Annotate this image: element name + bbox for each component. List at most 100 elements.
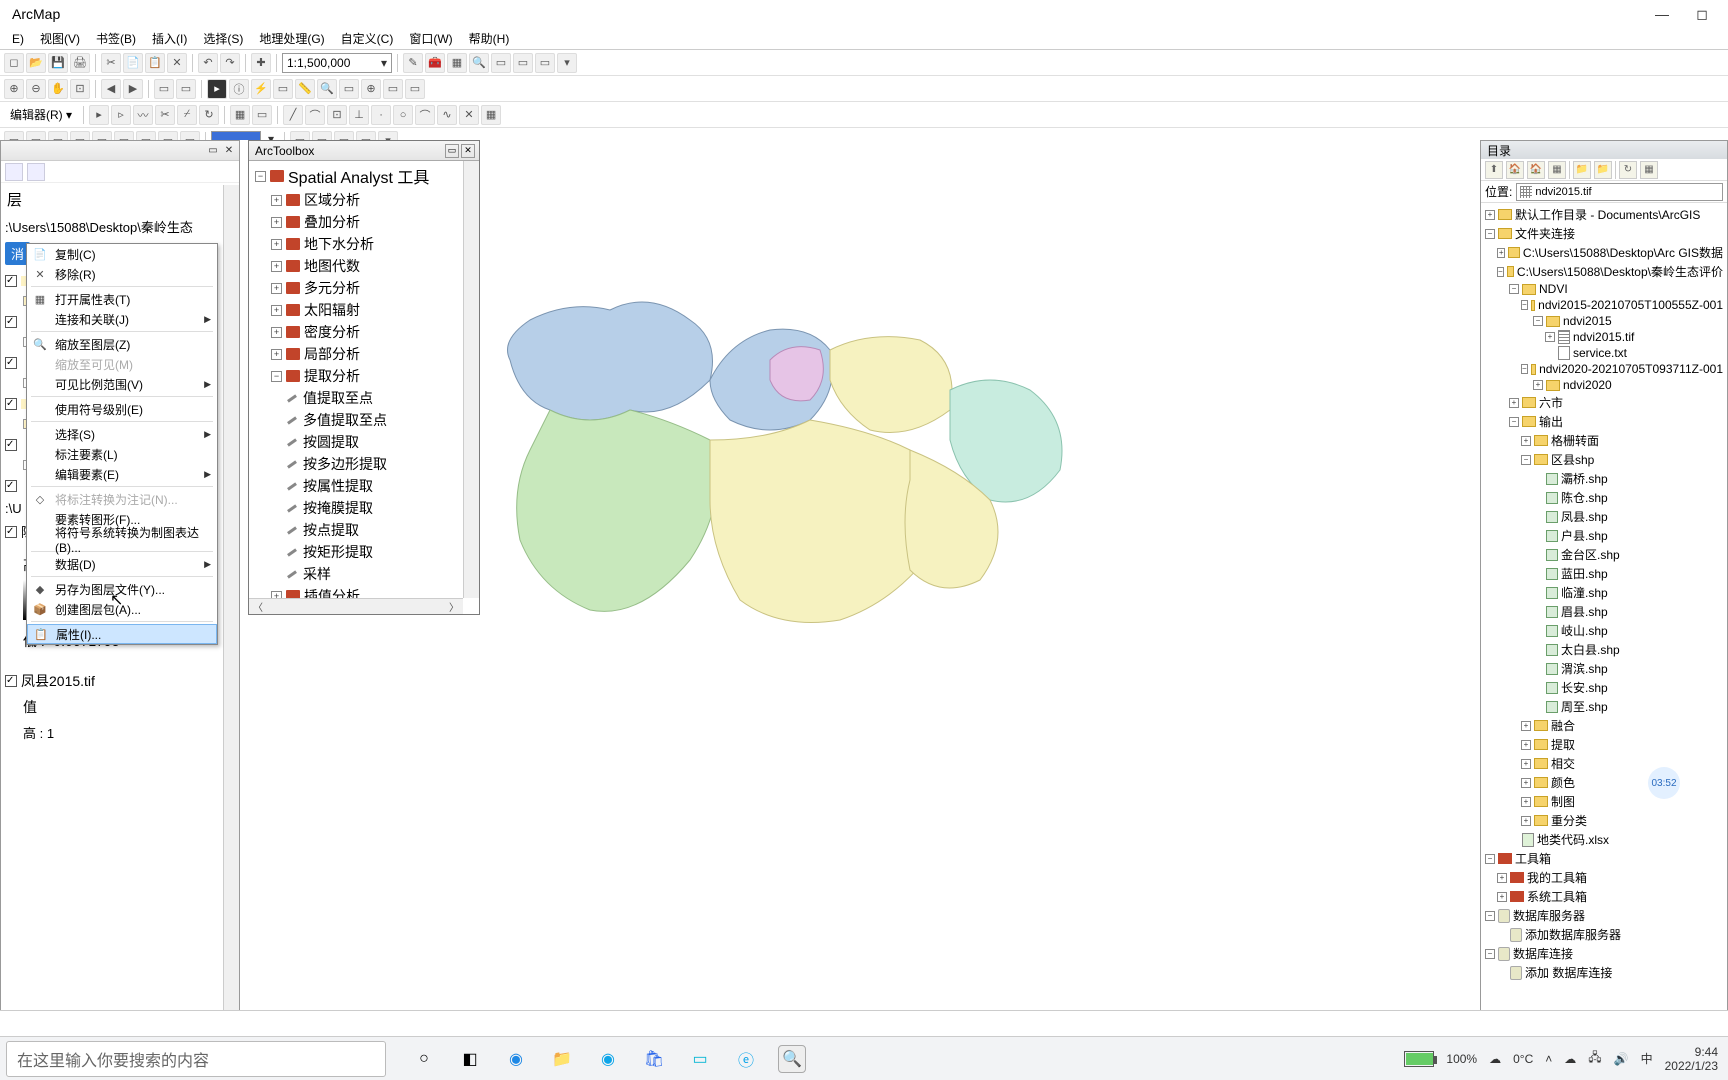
ctx-label-features[interactable]: 标注要素(L)	[27, 444, 217, 464]
ctx-open-attribute-table[interactable]: ▦打开属性表(T)	[27, 289, 217, 309]
select-features-button[interactable]: ▭	[154, 79, 174, 99]
create-viewer-button[interactable]: ▭	[405, 79, 425, 99]
layers-root[interactable]: 层	[1, 185, 239, 214]
data-frame-path[interactable]: :\Users\15088\Desktop\秦岭生态	[1, 214, 239, 239]
trace-tool[interactable]: ⊡	[327, 105, 347, 125]
paste-button[interactable]: 📋	[145, 53, 165, 73]
hyperlink-button[interactable]: ⚡	[251, 79, 271, 99]
atx-toolset[interactable]: +插值分析	[269, 585, 459, 598]
atx-toolset[interactable]: +太阳辐射	[269, 299, 459, 321]
onedrive-icon[interactable]: ☁	[1564, 1052, 1576, 1066]
atx-horizontal-scrollbar[interactable]: 〈〉	[249, 598, 463, 614]
list-by-drawing-order[interactable]	[5, 163, 23, 181]
undo-button[interactable]: ↶	[198, 53, 218, 73]
menu-view[interactable]: 视图(V)	[32, 28, 88, 49]
python-button[interactable]: ▭	[491, 53, 511, 73]
editor-menu[interactable]: 编辑器(R) ▾	[4, 106, 78, 123]
region-northeast[interactable]	[830, 337, 952, 433]
atx-tool[interactable]: 按多边形提取	[285, 453, 459, 475]
atx-toolset[interactable]: +局部分析	[269, 343, 459, 365]
clear-selection-button[interactable]: ▭	[176, 79, 196, 99]
identify-button[interactable]: ⓘ	[229, 79, 249, 99]
layer-checkbox[interactable]	[5, 480, 17, 492]
layer-checkbox[interactable]	[5, 357, 17, 369]
atx-tool[interactable]: 按圆提取	[285, 431, 459, 453]
edit-vertices-tool[interactable]: ▹	[111, 105, 131, 125]
html-popup-button[interactable]: ▭	[273, 79, 293, 99]
edit-tool[interactable]: ▸	[89, 105, 109, 125]
ctx-selection[interactable]: 选择(S)▶	[27, 424, 217, 444]
arc-segment-tool[interactable]: ⌒	[305, 105, 325, 125]
ime-indicator[interactable]: 中	[1641, 1050, 1653, 1067]
cat-refresh-button[interactable]: ↻	[1619, 161, 1637, 179]
ctx-properties[interactable]: 📋属性(I)...	[27, 624, 217, 644]
menu-file[interactable]: E)	[4, 30, 32, 48]
atx-tool[interactable]: 按矩形提取	[285, 541, 459, 563]
editor-toolbar-button[interactable]: ✎	[403, 53, 423, 73]
menu-geoprocessing[interactable]: 地理处理(G)	[251, 28, 332, 49]
results-button[interactable]: ▾	[557, 53, 577, 73]
cat-options-button[interactable]: ▦	[1640, 161, 1658, 179]
menu-help[interactable]: 帮助(H)	[461, 28, 518, 49]
time-slider-button[interactable]: ▭	[383, 79, 403, 99]
cat-connect-folder-button[interactable]: 📁	[1573, 161, 1591, 179]
edge-icon[interactable]: ◉	[502, 1045, 530, 1073]
layer-checkbox[interactable]	[5, 439, 17, 451]
menu-window[interactable]: 窗口(W)	[401, 28, 460, 49]
ie-icon[interactable]: ⓔ	[732, 1045, 760, 1073]
pan-button[interactable]: ✋	[48, 79, 68, 99]
cat-home-button[interactable]: 🏠	[1506, 161, 1524, 179]
go-to-xy-button[interactable]: ⊕	[361, 79, 381, 99]
atx-close[interactable]: ✕	[461, 144, 475, 158]
ctx-remove[interactable]: ✕移除(R)	[27, 264, 217, 284]
ctx-copy[interactable]: 📄复制(C)	[27, 244, 217, 264]
search-button[interactable]: 🔍	[469, 53, 489, 73]
print-button[interactable]: 🖨	[70, 53, 90, 73]
select-elements-button[interactable]: ▸	[207, 79, 227, 99]
layer-checkbox[interactable]	[5, 398, 17, 410]
redo-button[interactable]: ↷	[220, 53, 240, 73]
new-button[interactable]: ◻	[4, 53, 24, 73]
network-icon[interactable]: 🖧	[1588, 1048, 1601, 1069]
reshape-tool[interactable]: 〰	[133, 105, 153, 125]
volume-icon[interactable]: 🔊	[1614, 1052, 1629, 1066]
menu-customize[interactable]: 自定义(C)	[333, 28, 402, 49]
bezier-tool[interactable]: ∿	[437, 105, 457, 125]
store-icon[interactable]: 🛍	[640, 1045, 668, 1073]
layer-checkbox[interactable]	[5, 316, 17, 328]
straight-segment-tool[interactable]: ╱	[283, 105, 303, 125]
atx-toolset[interactable]: +地下水分析	[269, 233, 459, 255]
layer-checkbox[interactable]	[5, 275, 17, 287]
skype-icon[interactable]: ◉	[594, 1045, 622, 1073]
measure-button[interactable]: 📏	[295, 79, 315, 99]
layer-checkbox[interactable]	[5, 675, 17, 687]
atx-autohide[interactable]: ▭	[445, 144, 459, 158]
attributes-button[interactable]: ▦	[230, 105, 250, 125]
back-extent-button[interactable]: ◀	[101, 79, 121, 99]
wps-icon[interactable]: ▭	[686, 1045, 714, 1073]
intersection-tool[interactable]: ✕	[459, 105, 479, 125]
layer-checkbox[interactable]	[5, 526, 17, 538]
sketch-properties-button[interactable]: ▭	[252, 105, 272, 125]
atx-toolset[interactable]: +区域分析	[269, 189, 459, 211]
cut-polygons-tool[interactable]: ✂	[155, 105, 175, 125]
tray-chevron-up-icon[interactable]: ˄	[1545, 1052, 1552, 1066]
temperature[interactable]: 0°C	[1513, 1052, 1533, 1066]
catalog-tree[interactable]: +默认工作目录 - Documents\ArcGIS −文件夹连接 +C:\Us…	[1481, 203, 1727, 1039]
cat-up-button[interactable]: ⬆	[1485, 161, 1503, 179]
catalog-button[interactable]: ▦	[447, 53, 467, 73]
forward-extent-button[interactable]: ▶	[123, 79, 143, 99]
midpoint-tool[interactable]: ·	[371, 105, 391, 125]
find-button[interactable]: 🔍	[317, 79, 337, 99]
model-builder-button[interactable]: ▭	[513, 53, 533, 73]
toc-close-button[interactable]: ✕	[222, 144, 236, 158]
toc-vertical-scrollbar[interactable]	[223, 185, 239, 1033]
full-extent-button[interactable]: ⊡	[70, 79, 90, 99]
atx-tool[interactable]: 多值提取至点	[285, 409, 459, 431]
weather-icon[interactable]: ☁	[1489, 1052, 1501, 1066]
atx-tool[interactable]: 按掩膜提取	[285, 497, 459, 519]
atx-toolset[interactable]: +叠加分析	[269, 211, 459, 233]
minimize-button[interactable]: —	[1642, 0, 1682, 28]
save-button[interactable]: 💾	[48, 53, 68, 73]
taskbar-search[interactable]: 在这里输入你要搜索的内容	[6, 1041, 386, 1077]
